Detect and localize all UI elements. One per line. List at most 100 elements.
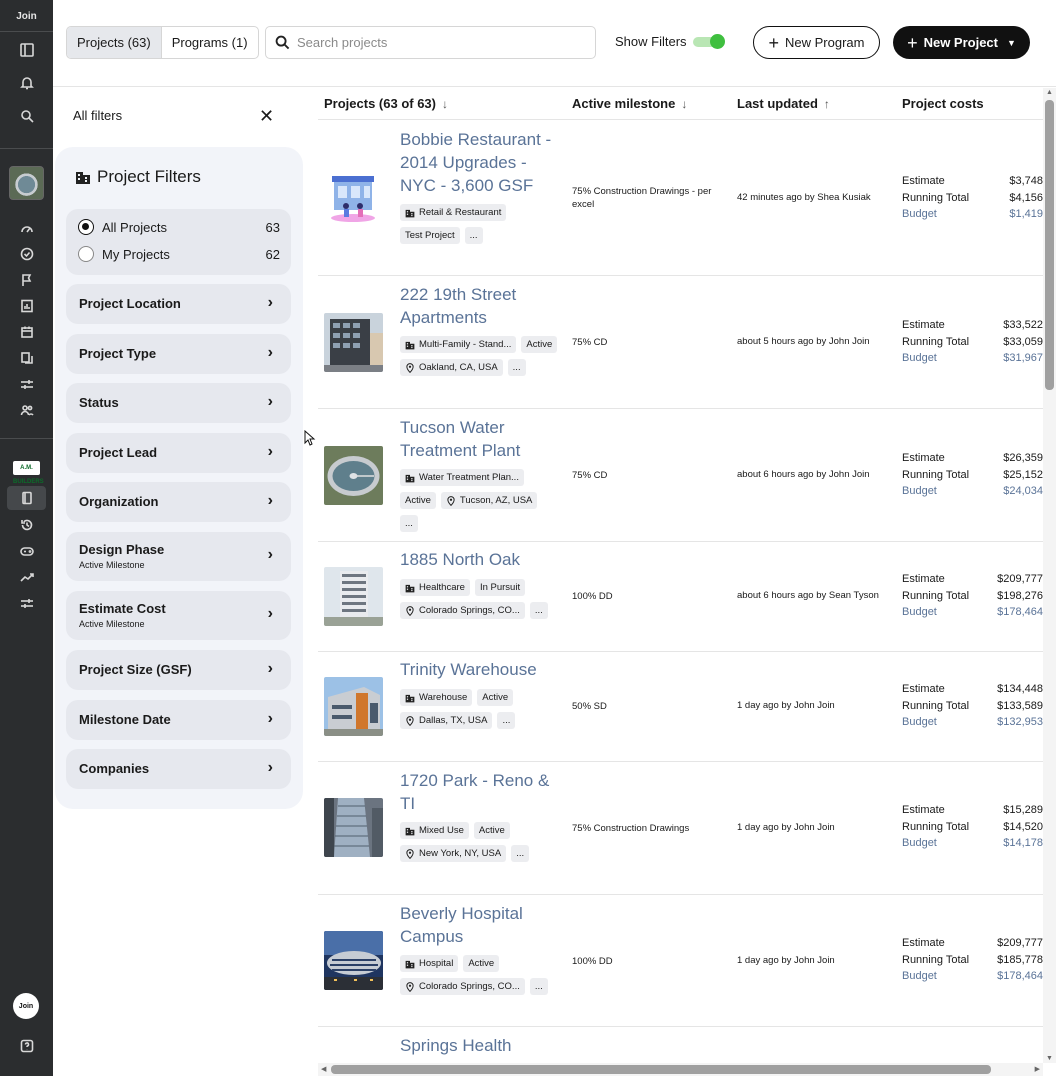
horizontal-scrollbar[interactable]: ◀ ▶ (318, 1063, 1043, 1076)
filter-design-phase[interactable]: Design Phase Active Milestone › (66, 532, 291, 581)
scroll-right-icon[interactable]: ▶ (1035, 1065, 1040, 1073)
scope-label: All Projects (102, 219, 168, 235)
filter-companies[interactable]: Companies › (66, 749, 291, 789)
controller-icon[interactable] (16, 540, 37, 561)
documents-icon[interactable] (16, 347, 37, 368)
new-project-button[interactable]: + New Project ▼ (893, 26, 1030, 59)
filter-label: Project Lead (79, 445, 158, 460)
close-icon[interactable]: ✕ (259, 106, 274, 127)
estimate-value: $33,522 (1003, 319, 1043, 331)
calendar-icon[interactable] (16, 321, 37, 342)
more-tags-button[interactable]: ... (497, 712, 516, 729)
tab-projects[interactable]: Projects (63) (67, 27, 161, 58)
scroll-up-icon[interactable]: ▲ (1046, 89, 1053, 96)
column-last-updated[interactable]: Last updated ↑ (737, 96, 830, 111)
history-icon[interactable] (16, 514, 37, 535)
project-thumbnail[interactable] (324, 931, 383, 990)
company-logo[interactable]: A.M. BUILDERS (13, 461, 44, 485)
project-name-link[interactable]: 1720 Park - Reno & TI (400, 769, 565, 815)
table-row[interactable]: 222 19th Street Apartments Multi-Family … (318, 276, 1043, 409)
sort-down-icon[interactable]: ↓ (681, 97, 687, 111)
table-row[interactable]: Beverly Hospital Campus Hospital Active … (318, 895, 1043, 1027)
help-icon[interactable] (16, 1035, 37, 1056)
project-thumbnail[interactable] (324, 567, 383, 626)
bell-icon[interactable] (16, 72, 37, 93)
tag-project-type: Healthcare (400, 579, 470, 596)
trend-icon[interactable] (16, 566, 37, 587)
table-row[interactable]: Bobbie Restaurant - 2014 Upgrades - NYC … (318, 120, 1043, 276)
budget-label: Budget (902, 837, 937, 849)
tab-programs[interactable]: Programs (1) (160, 27, 258, 58)
chevron-right-icon: › (267, 294, 273, 311)
projects-icon[interactable] (16, 487, 37, 508)
project-name-link[interactable]: Bobbie Restaurant - 2014 Upgrades - NYC … (400, 128, 565, 197)
scroll-down-icon[interactable]: ▼ (1046, 1055, 1053, 1062)
filter-organization[interactable]: Organization › (66, 482, 291, 522)
user-avatar[interactable]: Join (13, 993, 39, 1019)
flag-icon[interactable] (16, 269, 37, 290)
scrollbar-thumb[interactable] (1045, 100, 1054, 390)
project-name-link[interactable]: 222 19th Street Apartments (400, 283, 565, 329)
project-thumbnail[interactable] (324, 798, 383, 857)
filter-project-location[interactable]: Project Location › (66, 284, 291, 324)
project-name-link[interactable]: Tucson Water Treatment Plant (400, 416, 565, 462)
project-thumbnail[interactable] (324, 446, 383, 505)
project-name-link[interactable]: Trinity Warehouse (400, 658, 565, 681)
table-row[interactable]: 1720 Park - Reno & TI Mixed Use Active N… (318, 762, 1043, 895)
tag-status: In Pursuit (474, 579, 526, 596)
last-updated: 1 day ago by John Join (737, 700, 835, 711)
more-tags-button[interactable]: ... (464, 227, 483, 244)
more-tags-button[interactable]: ... (511, 845, 530, 862)
scrollbar-thumb[interactable] (331, 1065, 991, 1074)
column-project-costs[interactable]: Project costs (902, 96, 984, 111)
team-icon[interactable] (16, 399, 37, 420)
table-row[interactable]: Trinity Warehouse Warehouse Active Dalla… (318, 652, 1043, 762)
filter-project-lead[interactable]: Project Lead › (66, 433, 291, 473)
project-thumbnail[interactable] (324, 313, 383, 372)
current-project-thumbnail[interactable] (9, 166, 44, 200)
vertical-scrollbar[interactable]: ▲ ▼ (1043, 88, 1056, 1063)
scope-all-projects[interactable]: All Projects 63 (78, 219, 280, 235)
column-active-milestone[interactable]: Active milestone ↓ (572, 96, 687, 111)
running-total-label: Running Total (902, 820, 970, 833)
sliders-icon[interactable] (16, 373, 37, 394)
table-row[interactable]: Tucson Water Treatment Plant Water Treat… (318, 409, 1043, 542)
new-program-button[interactable]: + New Program (753, 26, 880, 59)
chevron-right-icon: › (267, 344, 273, 361)
caret-down-icon[interactable]: ▼ (1007, 38, 1016, 48)
table-row[interactable]: 1885 North Oak Healthcare In Pursuit Col… (318, 542, 1043, 652)
project-name-link[interactable]: 1885 North Oak (400, 548, 565, 571)
project-thumbnail[interactable] (324, 168, 383, 227)
report-icon[interactable] (16, 295, 37, 316)
filter-project-type[interactable]: Project Type › (66, 334, 291, 374)
budget-value: $178,464 (997, 606, 1043, 618)
more-tags-button[interactable]: ... (529, 602, 548, 619)
radio-all-projects[interactable] (78, 219, 94, 235)
sort-up-icon[interactable]: ↑ (824, 97, 830, 111)
more-tags-button[interactable]: ... (507, 359, 526, 376)
collapse-sidebar-icon[interactable] (16, 39, 37, 60)
project-thumbnail[interactable] (324, 677, 383, 736)
filter-project-size[interactable]: Project Size (GSF) › (66, 650, 291, 690)
search-icon[interactable] (16, 105, 37, 126)
show-filters-toggle[interactable] (693, 34, 725, 49)
more-tags-button[interactable]: ... (400, 515, 418, 532)
adjust-icon[interactable] (16, 592, 37, 613)
filter-status[interactable]: Status › (66, 383, 291, 423)
sort-down-icon[interactable]: ↓ (442, 97, 448, 111)
more-tags-button[interactable]: ... (529, 978, 548, 995)
dashboard-icon[interactable] (16, 217, 37, 238)
search-input[interactable] (297, 35, 577, 50)
scroll-left-icon[interactable]: ◀ (321, 1065, 326, 1073)
scope-my-projects[interactable]: My Projects 62 (78, 246, 280, 262)
check-circle-icon[interactable] (16, 243, 37, 264)
join-logo[interactable]: Join (0, 11, 53, 22)
radio-my-projects[interactable] (78, 246, 94, 262)
filter-milestone-date[interactable]: Milestone Date › (66, 700, 291, 740)
tag-location: Oakland, CA, USA (400, 359, 503, 376)
project-name-link[interactable]: Beverly Hospital Campus (400, 902, 565, 948)
table-row[interactable]: Springs Health (318, 1027, 1043, 1063)
project-name-link[interactable]: Springs Health (400, 1034, 565, 1057)
filter-estimate-cost[interactable]: Estimate Cost Active Milestone › (66, 591, 291, 640)
column-projects[interactable]: Projects (63 of 63) ↓ (324, 96, 448, 111)
